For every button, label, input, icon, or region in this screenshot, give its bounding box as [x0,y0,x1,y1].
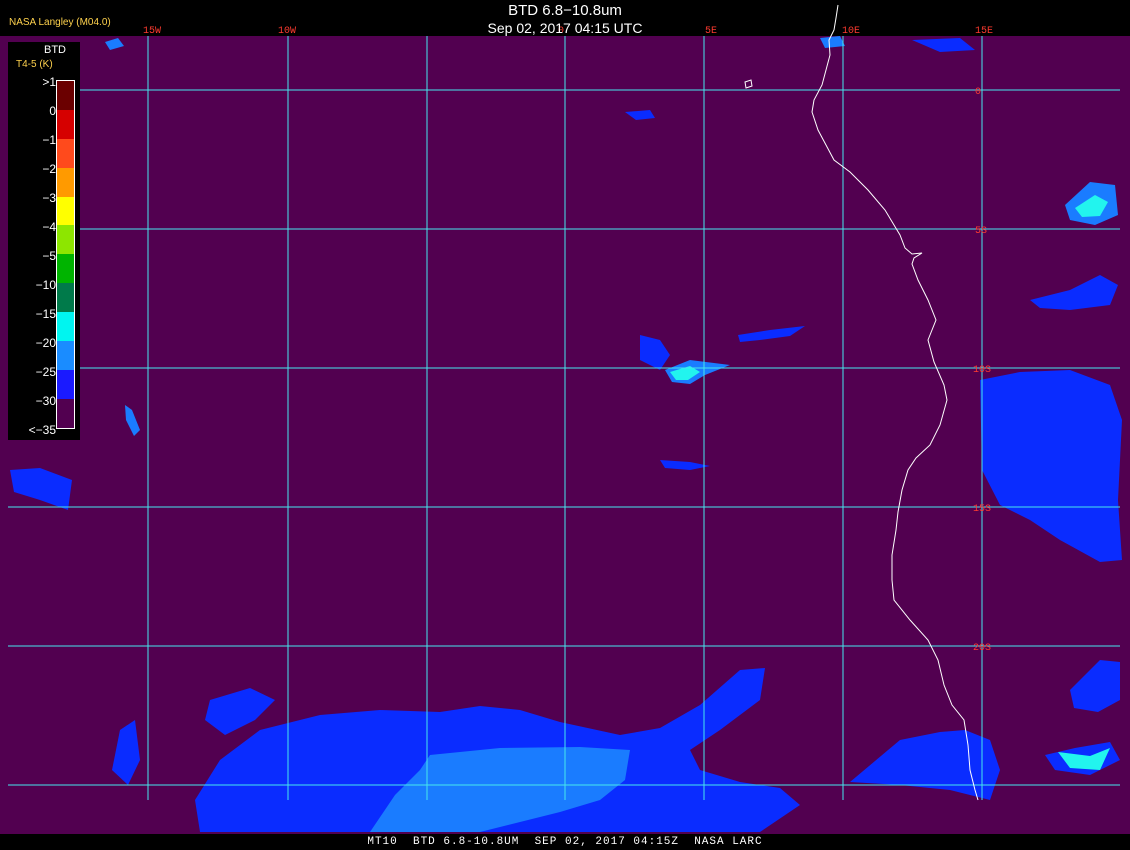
legend-swatch [57,398,74,428]
legend-swatch [57,196,74,226]
legend-units: T4-5 (K) [16,59,53,70]
legend-tick: −10 [35,278,56,292]
lat-label: 15S [973,504,991,515]
legend-tick: <−35 [28,423,56,437]
legend-tick: −30 [35,394,56,408]
legend-tick: >1 [42,75,56,89]
legend-swatch [57,254,74,284]
legend-tick: −4 [42,220,56,234]
legend-tick: −2 [42,162,56,176]
lat-label: 20S [973,643,991,654]
chart-timestamp: Sep 02, 2017 04:15 UTC [487,20,643,36]
legend-tick: −15 [35,307,56,321]
legend-swatch [57,341,74,370]
lat-label: 10S [973,365,991,376]
chart-title: BTD 6.8−10.8um [508,2,622,19]
footer-caption: MT10 BTD 6.8-10.8UM SEP 02, 2017 04:15Z … [367,836,763,848]
legend-swatch [57,369,74,399]
legend-title: BTD [44,44,66,56]
lat-label: 5S [975,226,987,237]
satellite-map: 15W 10W 0 5E 10E 15E 0 5S 10S 15S 20S [0,4,1130,834]
legend-swatch [57,225,74,255]
legend-tick: 0 [49,104,56,118]
legend-swatch [57,81,74,110]
legend-swatch [57,283,74,313]
legend-swatch [57,138,74,168]
legend-tick: −20 [35,336,56,350]
legend-color-bar [56,80,75,429]
legend-tick: −1 [42,133,56,147]
color-legend: BTD T4-5 (K) >1 0 −1 −2 −3 −4 −5 −10 −15… [8,42,80,440]
legend-tick: −3 [42,191,56,205]
provider-label: NASA Langley (M04.0) [9,17,111,28]
legend-tick: −5 [42,249,56,263]
legend-tick: −25 [35,365,56,379]
legend-swatch [57,312,74,342]
lat-label: 0 [975,87,981,98]
legend-swatch [57,167,74,197]
legend-swatch [57,109,74,139]
